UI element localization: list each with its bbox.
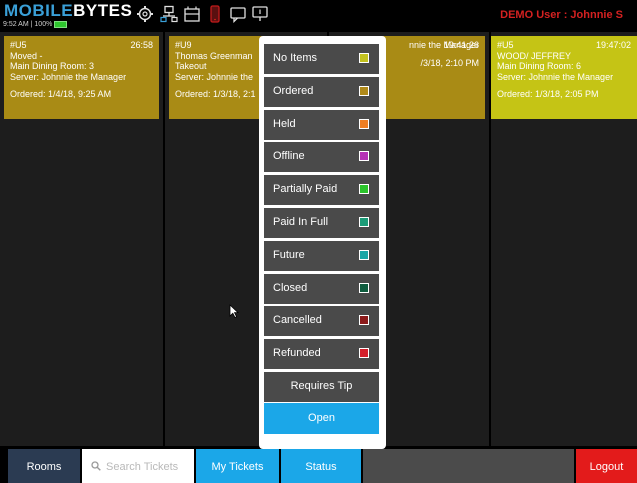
- battery-percent: 100%: [34, 21, 53, 28]
- my-tickets-button-label: My Tickets: [211, 461, 264, 473]
- search-icon: [91, 461, 101, 471]
- ticket-line-2: Main Dining Room: 6: [497, 61, 582, 72]
- status-option-label: Partially Paid: [273, 183, 338, 195]
- top-bar: MOBILEBYTES 9:52 AM | 100% DEMO User: J…: [0, 0, 637, 32]
- rooms-button[interactable]: Rooms: [8, 449, 80, 483]
- status-color-swatch: [359, 184, 369, 194]
- status-option-label: Future: [273, 249, 305, 261]
- status-option-label: Held: [273, 118, 296, 130]
- status-option-closed[interactable]: Closed: [264, 274, 379, 304]
- network-icon[interactable]: [160, 5, 178, 23]
- status-option-paid-in-full[interactable]: Paid In Full: [264, 208, 379, 238]
- status-option-partially-paid[interactable]: Partially Paid: [264, 175, 379, 205]
- device-time: 9:52 AM: [3, 21, 29, 28]
- ticket-line-1: Moved -: [10, 50, 43, 61]
- status-option-no-items[interactable]: No Items: [264, 44, 379, 74]
- bottom-bar: Rooms Search Tickets My Tickets Status L…: [0, 449, 637, 483]
- open-button-label: Open: [308, 412, 335, 424]
- ticket-ordered: Ordered: 1/3/18, 2:05 PM: [497, 89, 599, 100]
- open-button[interactable]: Open: [264, 403, 379, 434]
- search-tickets-input[interactable]: Search Tickets: [82, 449, 194, 483]
- status-button-label: Status: [305, 461, 337, 473]
- status-option-ordered[interactable]: Ordered: [264, 77, 379, 107]
- ticket-line-1: WOOD/ JEFFREY: [497, 50, 571, 61]
- status-color-swatch: [359, 315, 369, 325]
- requires-tip-option[interactable]: Requires Tip: [264, 372, 379, 402]
- search-placeholder: Search Tickets: [106, 461, 179, 473]
- ticket-timer: 19:47:02: [595, 40, 631, 50]
- requires-tip-label: Requires Tip: [290, 380, 353, 392]
- message-icon[interactable]: [251, 5, 269, 23]
- ticket-column-1: #U5 26:58 Moved - Main Dining Room: 3 Se…: [0, 32, 163, 446]
- status-option-label: Closed: [273, 282, 308, 294]
- status-option-offline[interactable]: Offline: [264, 142, 379, 172]
- status-option-label: Paid In Full: [273, 216, 329, 228]
- demo-user-label: DEMO User : Johnnie S: [500, 9, 623, 21]
- bottom-bar-spacer: [363, 449, 574, 483]
- rooms-button-label: Rooms: [26, 461, 62, 473]
- logo-part-mobile: MOBILE: [4, 1, 74, 20]
- logout-button[interactable]: Logout: [576, 449, 637, 483]
- ticket-card[interactable]: #U5 26:58 Moved - Main Dining Room: 3 Se…: [4, 36, 159, 119]
- mobilebytes-logo: MOBILEBYTES: [4, 2, 132, 20]
- status-color-swatch: [359, 119, 369, 129]
- battery-icon: [54, 20, 68, 28]
- status-button[interactable]: Status: [281, 449, 361, 483]
- status-option-cancelled[interactable]: Cancelled: [264, 306, 379, 336]
- status-color-swatch: [359, 348, 369, 358]
- status-option-label: Cancelled: [273, 314, 322, 326]
- phone-icon[interactable]: [206, 5, 224, 23]
- status-option-label: No Items: [273, 52, 318, 64]
- gear-icon[interactable]: [136, 5, 154, 23]
- status-option-refunded[interactable]: Refunded: [264, 339, 379, 369]
- status-color-swatch: [359, 250, 369, 260]
- ticket-column-4: #U5 19:47:02 WOOD/ JEFFREY Main Dining R…: [491, 32, 637, 446]
- ticket-timer: 26:58: [130, 40, 153, 50]
- ticket-timer: 19:41:26: [443, 40, 479, 50]
- logo-part-bytes: BYTES: [73, 1, 133, 20]
- logout-button-label: Logout: [589, 461, 624, 473]
- chat-icon[interactable]: [229, 5, 247, 23]
- status-color-swatch: [359, 53, 369, 63]
- status-color-swatch: [359, 86, 369, 96]
- status-option-future[interactable]: Future: [264, 241, 379, 271]
- ticket-card[interactable]: #U5 19:47:02 WOOD/ JEFFREY Main Dining R…: [491, 36, 637, 119]
- ticket-line-2: Main Dining Room: 3: [10, 61, 95, 72]
- app-window: MOBILEBYTES 9:52 AM | 100% DEMO User: J…: [0, 0, 637, 483]
- device-status: 9:52 AM | 100%: [3, 20, 68, 29]
- status-option-held[interactable]: Held: [264, 110, 379, 140]
- ticket-server: Server: Johnnie the Manager: [10, 71, 127, 82]
- cash-drawer-icon[interactable]: [183, 5, 201, 23]
- status-option-label: Ordered: [273, 85, 314, 97]
- ticket-server: Server: Johnnie the Manager: [497, 71, 614, 82]
- ticket-ordered: Ordered: 1/4/18, 9:25 AM: [10, 89, 112, 100]
- status-color-swatch: [359, 283, 369, 293]
- status-option-label: Refunded: [273, 347, 321, 359]
- status-color-swatch: [359, 151, 369, 161]
- status-filter-popup: No Items Ordered Held Offline Partially …: [259, 36, 386, 449]
- mouse-cursor-icon: [229, 304, 239, 318]
- my-tickets-button[interactable]: My Tickets: [196, 449, 279, 483]
- status-color-swatch: [359, 217, 369, 227]
- status-option-label: Offline: [273, 150, 305, 162]
